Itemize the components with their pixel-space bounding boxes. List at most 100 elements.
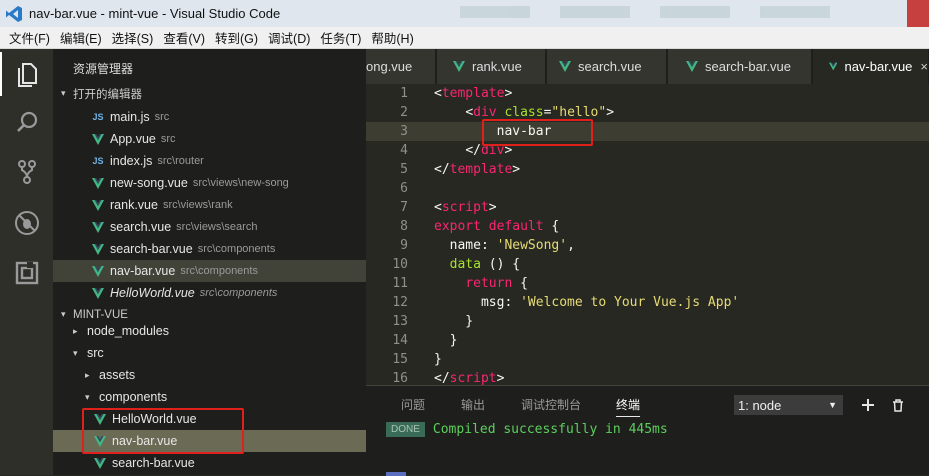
menu-edit[interactable]: 编辑(E) xyxy=(55,28,107,47)
tab-search-bar[interactable]: search-bar.vue xyxy=(668,49,812,84)
code-line: 15} xyxy=(392,352,442,367)
menu-tasks[interactable]: 任务(T) xyxy=(315,28,366,47)
code-line: 8 export default { xyxy=(400,219,560,234)
js-file-icon: JS xyxy=(92,112,104,122)
vue-file-icon xyxy=(559,61,571,72)
vue-file-icon xyxy=(91,199,105,211)
code-line: 13 } xyxy=(392,314,474,329)
explorer-title: 资源管理器 xyxy=(73,62,134,76)
code-line: 9 name: 'NewSong', xyxy=(400,238,575,253)
plus-icon xyxy=(862,399,874,411)
explorer-sidebar: 资源管理器 ▾ 打开的编辑器 JS main.js src App.vue sr… xyxy=(53,49,366,475)
js-file-icon: JS xyxy=(92,156,104,166)
tree-file[interactable]: search-bar.vue xyxy=(53,452,366,474)
vue-file-icon xyxy=(91,177,105,189)
menu-view[interactable]: 查看(V) xyxy=(158,28,210,47)
window-title: nav-bar.vue - mint-vue - Visual Studio C… xyxy=(29,6,281,21)
debug-button[interactable] xyxy=(0,201,53,245)
open-editor-item[interactable]: search.vue src\views\search xyxy=(53,216,366,238)
source-control-button[interactable] xyxy=(0,150,53,194)
tree-folder[interactable]: ▸ node_modules xyxy=(53,320,366,342)
close-icon[interactable]: × xyxy=(920,59,928,74)
tree-folder[interactable]: ▸ assets xyxy=(53,364,366,386)
editor-tabs: ong.vue rank.vue search.vue search-bar.v… xyxy=(366,49,929,84)
vue-file-icon xyxy=(453,61,465,72)
open-editor-item[interactable]: rank.vue src\views\rank xyxy=(53,194,366,216)
tab-nav-bar[interactable]: nav-bar.vue × xyxy=(813,49,929,84)
chevron-right-icon: ▸ xyxy=(73,325,78,336)
extensions-button[interactable] xyxy=(0,251,53,295)
menu-help[interactable]: 帮助(H) xyxy=(366,28,418,47)
vue-file-icon xyxy=(91,221,105,233)
highlight-box xyxy=(482,119,593,146)
trash-icon xyxy=(893,398,903,412)
chevron-down-icon: ▼ xyxy=(828,400,837,410)
explorer-button[interactable] xyxy=(0,52,53,96)
tab-debug-console[interactable]: 调试控制台 xyxy=(521,396,581,413)
code-line-current: 3 nav-bar xyxy=(366,122,929,141)
open-editor-item[interactable]: App.vue src xyxy=(53,128,366,150)
chevron-down-icon: ▾ xyxy=(61,88,66,98)
menu-goto[interactable]: 转到(G) xyxy=(210,28,263,47)
tab-search[interactable]: search.vue xyxy=(547,49,667,84)
chevron-down-icon: ▾ xyxy=(73,347,78,358)
highlight-box xyxy=(82,408,244,454)
code-line: 11 return { xyxy=(392,276,528,291)
files-icon xyxy=(17,63,37,87)
tree-folder[interactable]: ▾ src xyxy=(53,342,366,364)
open-editor-item[interactable]: search-bar.vue src\components xyxy=(53,238,366,260)
source-control-icon xyxy=(17,160,36,184)
tab-terminal[interactable]: 终端 xyxy=(616,396,641,417)
vue-file-icon xyxy=(91,133,105,145)
debug-icon xyxy=(14,211,39,235)
open-editor-item[interactable]: JS main.js src xyxy=(53,106,366,128)
open-editor-item[interactable]: JS index.js src\router xyxy=(53,150,366,172)
chevron-down-icon: ▾ xyxy=(61,309,66,319)
tree-folder[interactable]: ▾ components xyxy=(53,386,366,408)
terminal-cursor xyxy=(386,472,406,476)
window-close-button[interactable] xyxy=(907,0,929,27)
tab-rank[interactable]: rank.vue xyxy=(437,49,546,84)
code-line: 1 <template> xyxy=(400,86,513,101)
code-line: 4 </div> xyxy=(400,143,513,158)
vue-file-icon xyxy=(91,287,105,299)
vue-file-icon xyxy=(686,61,698,72)
status-badge: DONE xyxy=(386,422,425,437)
new-terminal-button[interactable] xyxy=(860,395,876,415)
code-editor[interactable]: 1 <template> 2 <div class="hello"> 3 nav-… xyxy=(366,84,929,385)
search-icon xyxy=(16,111,37,132)
code-line: 14 } xyxy=(392,333,458,348)
terminal-output-line: DONE Compiled successfully in 445ms xyxy=(386,422,668,437)
code-line: 7 <script> xyxy=(400,200,497,215)
menu-bar: 文件(F) 编辑(E) 选择(S) 查看(V) 转到(G) 调试(D) 任务(T… xyxy=(0,27,929,49)
vue-file-icon xyxy=(91,243,105,255)
vue-file-icon xyxy=(829,62,838,71)
open-editor-item[interactable]: HelloWorld.vue src\components xyxy=(53,282,366,304)
bottom-panel: 问题 输出 调试控制台 终端 1: node ▼ DONE Compiled s… xyxy=(366,385,929,476)
code-line: 6 xyxy=(400,181,408,196)
vscode-icon xyxy=(5,5,23,23)
chevron-right-icon: ▸ xyxy=(85,369,90,380)
code-line: 12 msg: 'Welcome to Your Vue.js App' xyxy=(392,295,740,310)
open-editor-item[interactable]: new-song.vue src\views\new-song xyxy=(53,172,366,194)
code-line: 5 </template> xyxy=(400,162,521,177)
menu-file[interactable]: 文件(F) xyxy=(4,28,55,47)
tab-output[interactable]: 输出 xyxy=(461,396,485,413)
terminal-select[interactable]: 1: node ▼ xyxy=(734,395,843,415)
vue-file-icon xyxy=(91,265,105,277)
tab-new-song[interactable]: ong.vue xyxy=(366,49,436,84)
code-line: 10 data () { xyxy=(392,257,521,272)
activity-bar xyxy=(0,49,53,475)
code-line: 16 </script> xyxy=(392,371,505,385)
menu-debug[interactable]: 调试(D) xyxy=(263,28,315,47)
open-editors-header[interactable]: ▾ 打开的编辑器 xyxy=(53,83,366,104)
search-button[interactable] xyxy=(0,100,53,144)
tab-problems[interactable]: 问题 xyxy=(401,396,425,413)
vue-file-icon xyxy=(93,457,107,469)
open-editor-item-selected[interactable]: nav-bar.vue src\components xyxy=(53,260,366,282)
title-bar: nav-bar.vue - mint-vue - Visual Studio C… xyxy=(0,0,929,27)
kill-terminal-button[interactable] xyxy=(890,395,906,415)
extensions-icon xyxy=(15,261,38,285)
terminal-message: Compiled successfully in 445ms xyxy=(432,422,668,437)
menu-selection[interactable]: 选择(S) xyxy=(107,28,159,47)
